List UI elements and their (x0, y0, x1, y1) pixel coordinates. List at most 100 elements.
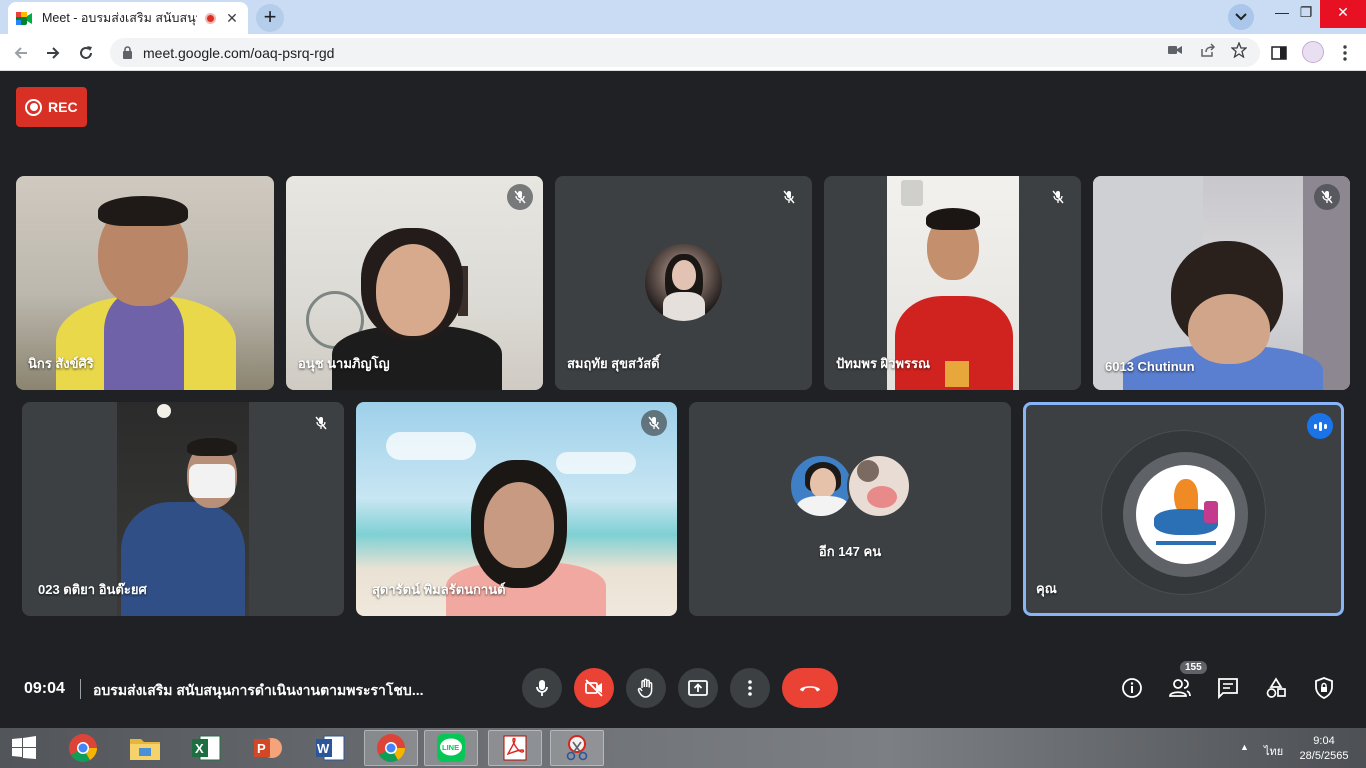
start-button[interactable] (0, 730, 48, 766)
tab-close-button[interactable]: ✕ (224, 10, 240, 27)
participant-tile[interactable]: ปัทมพร ผิวพรรณ (824, 176, 1081, 390)
address-bar[interactable]: meet.google.com/oaq-psrq-rgd (110, 38, 1260, 67)
self-avatar (1123, 452, 1248, 577)
svg-text:LINE: LINE (442, 743, 459, 752)
more-options-button[interactable] (730, 668, 770, 708)
show-hidden-icons-button[interactable]: ▲ (1240, 742, 1249, 752)
meeting-clock: 09:04 (24, 680, 65, 697)
show-everyone-button[interactable] (1166, 674, 1194, 702)
word-icon: W (316, 735, 345, 761)
bookmark-star-icon[interactable] (1230, 42, 1248, 58)
overflow-count-label: อีก 147 คน (818, 544, 882, 559)
system-time: 9:04 (1313, 735, 1335, 747)
google-meet-icon (16, 11, 32, 25)
recording-indicator-icon (205, 12, 216, 24)
mic-off-icon (641, 410, 667, 436)
share-icon[interactable] (1199, 42, 1217, 58)
taskbar-chrome[interactable] (56, 730, 110, 766)
microphone-icon (536, 680, 548, 696)
overflow-participants-tile[interactable]: อีก 147 คน (689, 402, 1011, 616)
pdf-icon (503, 735, 527, 761)
line-app-icon: LINE (437, 734, 465, 762)
arrow-left-icon (14, 47, 27, 59)
info-icon (1122, 678, 1142, 698)
present-screen-button[interactable] (678, 668, 718, 708)
url-text: meet.google.com/oaq-psrq-rgd (143, 44, 335, 61)
kebab-menu-icon (748, 680, 752, 696)
participant-avatar (847, 454, 911, 518)
present-icon (688, 680, 708, 696)
reload-icon (80, 46, 92, 59)
profile-avatar[interactable] (1302, 41, 1324, 63)
taskbar-word[interactable]: W (303, 730, 357, 766)
activities-button[interactable] (1262, 674, 1290, 702)
shapes-icon (1266, 677, 1286, 698)
participant-tile[interactable]: สุดารัตน์ พิมลรัตนกานต์ (356, 402, 677, 616)
participant-name: อนุช นามภิญโญ (298, 356, 390, 371)
taskbar-excel[interactable]: X (179, 730, 233, 766)
recording-badge[interactable]: REC (16, 87, 87, 127)
browser-tab-bar: Meet - อบรมส่งเสริม สนับสนุนก ✕ + — ❐ ✕ (0, 0, 1366, 34)
raise-hand-button[interactable] (626, 668, 666, 708)
host-controls-button[interactable] (1310, 674, 1338, 702)
taskbar-file-explorer[interactable] (118, 730, 172, 766)
browser-tab-meet[interactable]: Meet - อบรมส่งเสริม สนับสนุนก ✕ (8, 2, 248, 34)
chat-button[interactable] (1214, 674, 1242, 702)
chevron-down-icon (1235, 13, 1247, 21)
tab-title: Meet - อบรมส่งเสริม สนับสนุนก (42, 11, 197, 25)
hand-icon (637, 678, 653, 698)
participant-tile[interactable]: อนุช นามภิญโญ (286, 176, 543, 390)
recording-label: REC (48, 99, 78, 115)
system-clock[interactable]: 9:04 28/5/2565 (1292, 734, 1356, 764)
camera-button[interactable] (574, 668, 614, 708)
mic-off-icon (1314, 184, 1340, 210)
mic-off-icon (507, 184, 533, 210)
scissors-icon (566, 735, 588, 761)
meet-stage: REC นิกร สังข์ศิริ อนุช นามภิญโญ สมฤทัย … (0, 71, 1366, 728)
taskbar-line[interactable]: LINE (424, 730, 478, 766)
participant-tile[interactable]: นิกร สังข์ศิริ (16, 176, 274, 390)
self-tile[interactable]: คุณ (1023, 402, 1344, 616)
svg-text:W: W (317, 741, 330, 756)
participant-tile[interactable]: 6013 Chutinun (1093, 176, 1350, 390)
windows-logo-icon (12, 736, 36, 759)
camera-in-use-icon[interactable] (1166, 42, 1184, 58)
side-panel-icon[interactable] (1268, 43, 1290, 63)
back-button[interactable] (8, 40, 34, 66)
lock-icon (123, 46, 132, 59)
new-tab-button[interactable]: + (256, 4, 284, 32)
taskbar-snipping-tool[interactable] (550, 730, 604, 766)
input-language-indicator[interactable]: ไทย (1264, 742, 1283, 760)
people-icon (1169, 679, 1191, 697)
participant-tile[interactable]: 023 ดติยา อินต๊ะยศ (22, 402, 344, 616)
chat-icon (1218, 678, 1238, 699)
participant-video (1093, 176, 1350, 390)
system-date: 28/5/2565 (1299, 750, 1349, 762)
tab-search-button[interactable] (1228, 4, 1254, 30)
taskbar-powerpoint[interactable]: P (241, 730, 295, 766)
hang-up-icon (800, 686, 820, 692)
reload-button[interactable] (73, 40, 99, 66)
shield-lock-icon (1315, 677, 1333, 699)
forward-button[interactable] (40, 40, 66, 66)
divider (80, 679, 81, 699)
arrow-right-icon (47, 47, 60, 59)
svg-text:P: P (257, 741, 266, 756)
participant-name: 6013 Chutinun (1105, 359, 1195, 374)
self-name: คุณ (1036, 581, 1057, 596)
excel-icon: X (192, 735, 221, 761)
participant-name: นิกร สังข์ศิริ (28, 356, 94, 371)
powerpoint-icon: P (254, 738, 282, 758)
leave-call-button[interactable] (782, 668, 838, 708)
window-close-button[interactable]: ✕ (1320, 0, 1366, 28)
taskbar-acrobat[interactable] (488, 730, 542, 766)
microphone-button[interactable] (522, 668, 562, 708)
record-icon (25, 98, 42, 116)
mic-off-icon (1045, 184, 1071, 210)
meeting-details-button[interactable] (1118, 674, 1146, 702)
folder-icon (130, 739, 160, 760)
participant-tile[interactable]: สมฤทัย สุขสวัสดิ์ (555, 176, 812, 390)
kebab-menu-icon[interactable] (1334, 43, 1356, 63)
browser-toolbar: meet.google.com/oaq-psrq-rgd (0, 34, 1366, 71)
taskbar-chrome-active[interactable] (364, 730, 418, 766)
